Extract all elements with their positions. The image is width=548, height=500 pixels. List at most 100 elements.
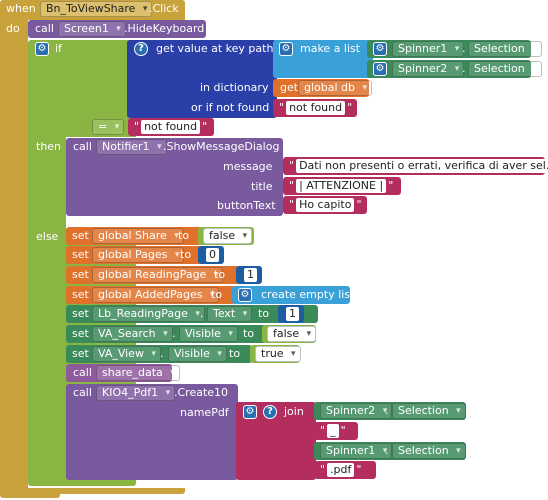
global-readingpage-dropdown[interactable]: global ReadingPage <box>92 267 224 283</box>
quote-open: " <box>289 159 295 172</box>
gear-icon[interactable]: ⚙ <box>243 405 257 419</box>
quote-close: " <box>202 120 208 133</box>
event-name-label: .Click <box>149 2 179 15</box>
in-dictionary-label: in dictionary <box>200 81 269 94</box>
quote-open: " <box>320 463 326 476</box>
one-number-value[interactable]: 1 <box>286 307 299 321</box>
dot-label: . <box>462 62 466 75</box>
make-list-label: make a list <box>300 42 361 55</box>
title-string[interactable]: " | ATTENZIONE | " <box>283 177 401 195</box>
help-icon[interactable]: ? <box>134 42 148 56</box>
selection-property-dropdown[interactable]: Selection <box>392 403 466 419</box>
dot-label: . <box>385 444 389 457</box>
quote-close: " <box>356 463 362 476</box>
underscore-text: _ <box>327 424 339 438</box>
title-text: | ATTENZIONE | <box>296 179 387 193</box>
button-text-string[interactable]: " Ho capito " <box>283 196 367 214</box>
create10-method: .Create10 <box>174 386 229 399</box>
spinner2-dropdown[interactable]: Spinner2 <box>320 403 393 419</box>
create-empty-list-label: create empty list <box>261 288 355 301</box>
name-pdf-param-label: namePdf <box>180 406 229 419</box>
quote-close: " <box>340 424 346 437</box>
to-label: to <box>178 229 190 242</box>
set-label: set <box>72 288 89 301</box>
if-label: if <box>55 42 62 55</box>
not-found-compare-string[interactable]: " not found " <box>128 118 214 136</box>
help-icon[interactable]: ? <box>263 405 277 419</box>
visible-property-dropdown[interactable]: Visible <box>179 326 238 342</box>
false-dropdown[interactable]: false <box>267 326 317 342</box>
event-component-dropdown[interactable]: Bn_ToViewShare <box>40 1 153 17</box>
gear-icon[interactable]: ⚙ <box>35 42 49 56</box>
global-pages-dropdown[interactable]: global Pages <box>92 247 185 263</box>
pdf-extension-string[interactable]: " .pdf " <box>314 461 376 479</box>
gear-icon[interactable]: ⚙ <box>373 42 387 56</box>
dot-label: . <box>160 347 164 360</box>
share-data-procedure-dropdown[interactable]: share_data <box>96 365 180 381</box>
underscore-string[interactable]: " _ " <box>314 422 358 440</box>
get-value-label: get value at key path <box>156 42 274 55</box>
gear-icon[interactable]: ⚙ <box>373 62 387 76</box>
kio4-pdf-dropdown[interactable]: KIO4_Pdf1 <box>96 385 176 401</box>
visible-property-dropdown[interactable]: Visible <box>168 346 227 362</box>
to-label: to <box>243 327 255 340</box>
zero-number-value[interactable]: 0 <box>206 248 219 262</box>
spinner2-dropdown[interactable]: Spinner2 <box>392 61 465 77</box>
global-share-dropdown[interactable]: global Share <box>92 228 184 244</box>
to-label: to <box>229 347 241 360</box>
set-label: set <box>72 229 89 242</box>
va-search-dropdown[interactable]: VA_Search <box>92 326 173 342</box>
or-if-not-found-label: or if not found <box>191 101 270 114</box>
lb-readingpage-dropdown[interactable]: Lb_ReadingPage <box>92 306 205 322</box>
quote-open: " <box>320 424 326 437</box>
spinner1-dropdown[interactable]: Spinner1 <box>392 41 465 57</box>
global-addedpages-dropdown[interactable]: global AddedPages <box>92 287 220 303</box>
notifier-dropdown[interactable]: Notifier1 <box>96 139 167 155</box>
va-view-dropdown[interactable]: VA_View <box>92 346 161 362</box>
screen-component-dropdown[interactable]: Screen1 <box>58 21 126 37</box>
dot-label: . <box>385 404 389 417</box>
selection-property-dropdown[interactable]: Selection <box>468 41 542 57</box>
message-string[interactable]: " Dati non presenti o errati, verifica di… <box>283 157 548 175</box>
dot-label: . <box>200 307 204 320</box>
dot-label: . <box>172 327 176 340</box>
blocks-workspace: when Bn_ToViewShare .Click do call Scree… <box>0 0 548 500</box>
message-param-label: message <box>223 160 273 173</box>
false-dropdown[interactable]: false <box>203 228 253 244</box>
call-label: call <box>35 22 54 35</box>
global-db-dropdown[interactable]: global db <box>298 80 373 96</box>
else-label: else <box>36 230 59 243</box>
quote-open: " <box>279 101 285 114</box>
text-property-dropdown[interactable]: Text <box>207 306 253 322</box>
one-number-value[interactable]: 1 <box>244 268 257 282</box>
dot-label: . <box>462 42 466 55</box>
selection-property-dropdown[interactable]: Selection <box>468 61 542 77</box>
quote-close: " <box>356 198 362 211</box>
gear-icon[interactable]: ⚙ <box>238 288 252 302</box>
not-found-string[interactable]: " not found " <box>273 99 357 117</box>
show-message-dialog-method: .ShowMessageDialog <box>163 140 280 153</box>
call-label: call <box>73 140 92 153</box>
set-label: set <box>72 347 89 360</box>
gear-icon[interactable]: ⚙ <box>279 42 293 56</box>
set-label: set <box>72 268 89 281</box>
quote-open: " <box>134 120 140 133</box>
quote-close: " <box>388 179 394 192</box>
get-label: get <box>280 81 299 94</box>
do-label: do <box>6 22 20 35</box>
equals-operator-dropdown[interactable]: = <box>92 119 125 135</box>
to-label: to <box>214 268 226 281</box>
when-label: when <box>6 2 36 15</box>
call-label: call <box>73 366 92 379</box>
to-label: to <box>180 248 192 261</box>
hide-keyboard-method: .HideKeyboard <box>124 22 205 35</box>
event-footer <box>0 488 60 498</box>
set-label: set <box>72 327 89 340</box>
selection-property-dropdown[interactable]: Selection <box>392 443 466 459</box>
not-found-compare-text: not found <box>141 120 201 134</box>
spinner1-dropdown[interactable]: Spinner1 <box>320 443 393 459</box>
to-label: to <box>258 307 270 320</box>
pdf-extension-text: .pdf <box>327 463 355 477</box>
true-dropdown[interactable]: true <box>255 346 301 362</box>
title-param-label: title <box>251 180 273 193</box>
